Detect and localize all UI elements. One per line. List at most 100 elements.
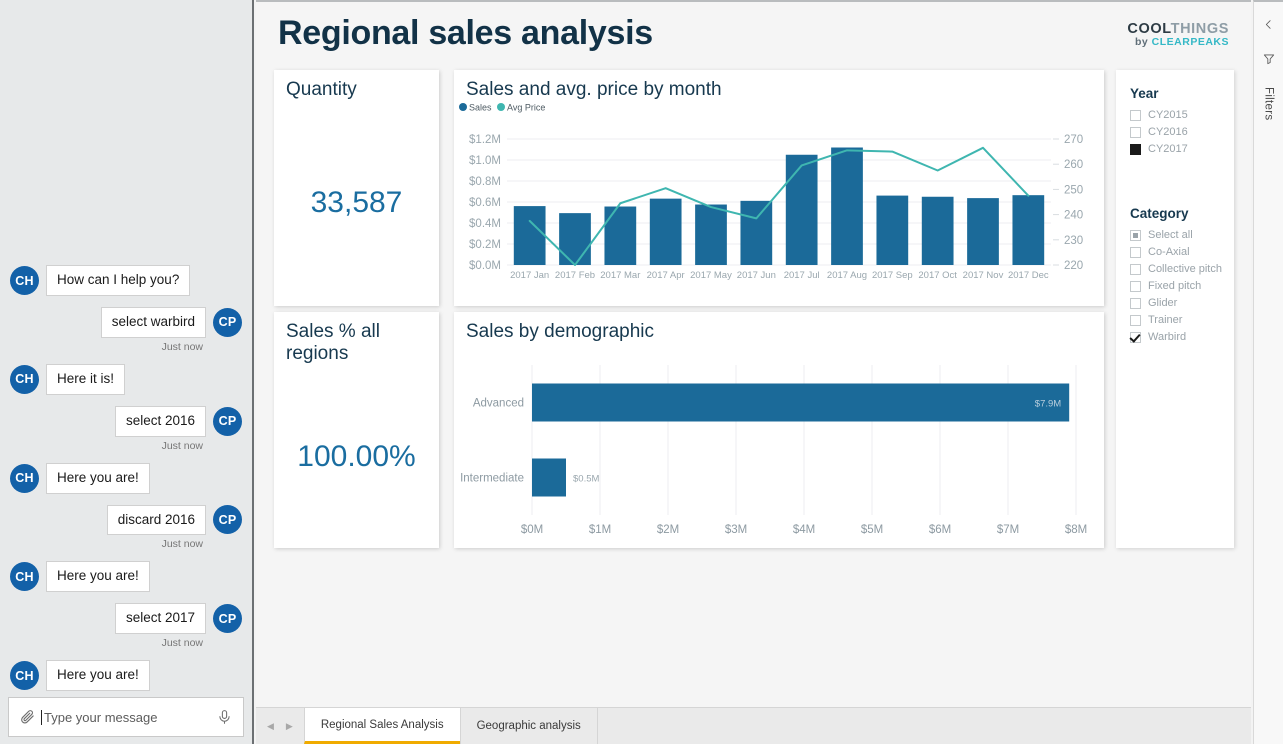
bar-series-sales: [513, 147, 1045, 266]
checkbox-icon[interactable]: [1130, 297, 1141, 309]
y-axis-tick-label: $0.4M: [469, 218, 501, 230]
bar[interactable]: [513, 206, 546, 266]
kpi-card-quantity[interactable]: Quantity 33,587: [274, 70, 439, 306]
x-axis-tick-label: $5M: [861, 524, 883, 536]
chat-bubble: How can I help you?: [46, 265, 191, 296]
bar[interactable]: [604, 206, 637, 266]
bar[interactable]: [740, 200, 773, 266]
page-title: Regional sales analysis: [278, 14, 653, 52]
bar[interactable]: [532, 383, 1070, 422]
checkbox-icon[interactable]: [1130, 126, 1141, 138]
filter-item-collective-pitch[interactable]: Collective pitch: [1130, 262, 1234, 276]
filter-group-title: Category: [1130, 206, 1189, 221]
filter-item-label: CY2015: [1148, 109, 1188, 121]
microphone-icon[interactable]: [216, 708, 233, 726]
kpi-card-sales-percent[interactable]: Sales % all regions 100.00%: [274, 312, 439, 548]
chat-bubble: select 2016: [114, 405, 206, 437]
filter-item-select-all[interactable]: Select all: [1130, 228, 1234, 242]
y-axis-tick-label: $0.8M: [469, 176, 501, 188]
x-axis-labels: 2017 Jan 2017 Feb 2017 Mar 2017 Apr 2017 May…: [510, 270, 1049, 281]
filter-item-label: Fixed pitch: [1148, 280, 1202, 292]
checkbox-icon[interactable]: [1130, 109, 1141, 121]
checkbox-icon[interactable]: [1130, 314, 1141, 326]
chart-card-sales-by-demographic[interactable]: Sales by demographic $0M $1M $2M $3M $4M $5M $…: [454, 312, 1104, 548]
horizontal-bar-chart[interactable]: $0M $1M $2M $3M $4M $5M $6M $7M $8M Advanced $7.9M…: [454, 343, 1104, 545]
bar-data-label: $7.9M: [1035, 399, 1061, 410]
x-axis-tick-label: $8M: [1065, 524, 1087, 536]
chart-card-sales-by-month[interactable]: Sales and avg. price by month Sales Avg P…: [454, 70, 1104, 306]
x-axis-tick-label: 2017 Jan: [510, 270, 549, 281]
y-axis-tick-label: $0.2M: [469, 239, 501, 251]
tab-regional-sales-analysis[interactable]: Regional Sales Analysis: [303, 708, 460, 744]
bar[interactable]: [1012, 195, 1045, 266]
y2-axis-tick-label: 230: [1064, 235, 1083, 247]
combo-chart[interactable]: Sales Avg Price $0.0M $0.2M $0.4M $0.6M $0.8M $…: [454, 101, 1104, 303]
chat-message-bot: CH How can I help you?: [10, 265, 242, 296]
chat-input-bar[interactable]: Type your message: [8, 697, 244, 737]
filter-item-trainer[interactable]: Trainer: [1130, 313, 1234, 327]
bar[interactable]: [876, 195, 909, 266]
x-axis-tick-label: 2017 Sep: [872, 270, 913, 281]
filter-item-cy2015[interactable]: CY2015: [1130, 108, 1234, 122]
bar[interactable]: [921, 196, 954, 266]
chevron-right-icon[interactable]: ▶: [286, 721, 293, 732]
chat-message-bot: CH Here you are!: [10, 561, 242, 593]
checkbox-icon[interactable]: [1130, 143, 1141, 155]
avatar: CP: [213, 406, 242, 436]
chat-message-list[interactable]: CH How can I help you? select warbird CP Jus…: [0, 0, 252, 697]
chat-message-bot: CH Here you are!: [10, 660, 242, 691]
x-axis-tick-label: 2017 Feb: [555, 270, 595, 281]
y-axis-tick-label: $1.0M: [469, 155, 501, 167]
checkbox-icon[interactable]: [1130, 280, 1141, 292]
checkbox-icon[interactable]: [1130, 246, 1141, 258]
logo-text-secondary: THINGS: [1170, 21, 1229, 37]
legend-label-sales: Sales: [469, 103, 492, 113]
chat-message-placeholder[interactable]: Type your message: [41, 709, 208, 725]
chat-bubble: select 2017: [114, 603, 206, 635]
kpi-value: 100.00%: [297, 440, 416, 473]
filter-item-cy2017[interactable]: CY2017: [1130, 142, 1234, 156]
checkbox-icon[interactable]: [1130, 229, 1141, 241]
funnel-icon[interactable]: [1262, 52, 1276, 71]
x-axis-tick-label: 2017 Oct: [918, 270, 957, 281]
bar[interactable]: [649, 198, 682, 266]
tab-geographic-analysis[interactable]: Geographic analysis: [459, 708, 598, 744]
chart-title: Sales and avg. price by month: [466, 79, 722, 100]
chat-bubble: Here you are!: [46, 462, 150, 494]
y-axis-tick-label: $0.6M: [469, 197, 501, 209]
chat-bubble: discard 2016: [106, 504, 206, 536]
y2-axis-tick-label: 260: [1064, 159, 1083, 171]
x-axis-tick-label: 2017 Nov: [963, 270, 1004, 281]
checkbox-icon[interactable]: [1130, 331, 1141, 343]
y-axis-tick-label: $0.0M: [469, 260, 501, 272]
avatar: CP: [213, 604, 242, 634]
bar[interactable]: [967, 198, 999, 266]
brand-logo: COOLTHINGS by CLEARPEAKS: [1127, 21, 1229, 49]
filter-item-co-axial[interactable]: Co-Axial: [1130, 245, 1234, 259]
x-axis-tick-label: 2017 May: [690, 270, 732, 281]
paperclip-icon[interactable]: [19, 708, 36, 726]
filter-item-glider[interactable]: Glider: [1130, 296, 1234, 310]
bar[interactable]: [831, 147, 863, 266]
chat-message-user: select 2017 CP: [10, 603, 242, 635]
secondary-y-axis: 220 230 240 250 260 270: [1053, 134, 1083, 272]
bar[interactable]: [532, 458, 566, 497]
avatar: CH: [10, 266, 39, 296]
x-axis-tick-label: $3M: [725, 524, 747, 536]
x-axis-tick-label: 2017 Aug: [827, 270, 867, 281]
x-axis-tick-label: 2017 Jun: [737, 270, 776, 281]
y2-axis-tick-label: 240: [1064, 210, 1083, 222]
filter-item-cy2016[interactable]: CY2016: [1130, 125, 1234, 139]
checkbox-icon[interactable]: [1130, 263, 1141, 275]
filter-item-fixed-pitch[interactable]: Fixed pitch: [1130, 279, 1234, 293]
bar[interactable]: [695, 204, 727, 266]
avatar: CP: [213, 307, 242, 337]
chevron-left-icon[interactable]: ◀: [267, 721, 274, 732]
bar[interactable]: [785, 154, 818, 266]
avatar: CH: [10, 562, 39, 592]
filter-item-warbird[interactable]: Warbird: [1130, 330, 1234, 344]
logo-byline: by: [1134, 36, 1152, 49]
chevron-left-icon[interactable]: [1262, 18, 1275, 36]
bar[interactable]: [559, 213, 591, 266]
